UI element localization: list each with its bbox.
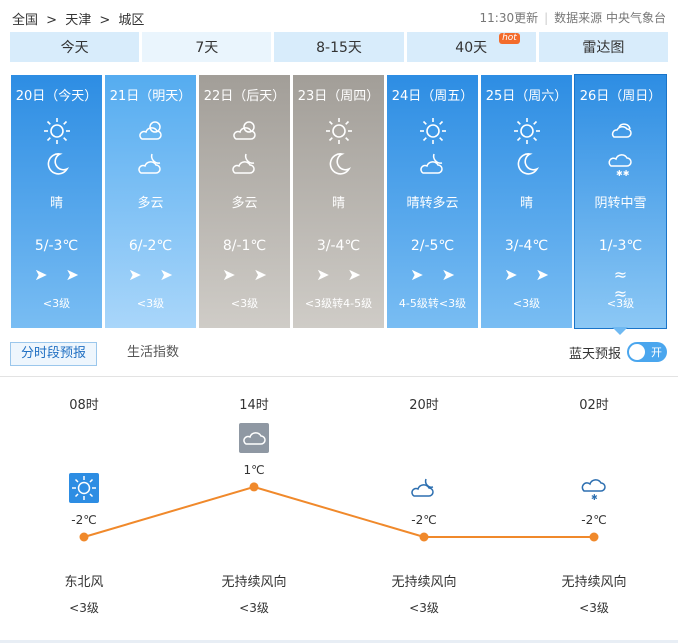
day-card[interactable]: 25日（周六） 晴 3/-4℃ ➤➤ <3级 [481, 75, 572, 328]
blue-sky-forecast: 蓝天预报 开 [569, 342, 667, 362]
day-temperature: 3/-4℃ [504, 238, 549, 254]
sun-icon [44, 118, 70, 144]
day-description: 多云 [231, 196, 258, 211]
day-card[interactable]: 21日（明天） 多云 6/-2℃ ➤➤ <3级 [105, 75, 196, 328]
wind-level: 4-5级转<3级 [398, 297, 467, 310]
data-source: 数据来源 中央气象台 [554, 11, 666, 25]
wind-level: <3级 [512, 297, 541, 310]
top-bar: 全国 > 天津 > 城区 11:30更新 | 数据来源 中央气象台 [0, 0, 678, 32]
day-card[interactable]: 23日（周四） 晴 3/-4℃ ➤➤ <3级转4-5级 [293, 75, 384, 328]
tab-7day[interactable]: 7天 [142, 32, 272, 62]
day-date: 24日（周五） [391, 89, 474, 104]
day-temperature: 1/-3℃ [598, 238, 643, 254]
day-temperature: 2/-5℃ [410, 238, 455, 254]
breadcrumb-tianjin[interactable]: 天津 [65, 13, 91, 28]
tab-today[interactable]: 今天 [10, 32, 140, 62]
day-date: 25日（周六） [485, 89, 568, 104]
day-temperature: 6/-2℃ [128, 238, 173, 254]
day-date: 23日（周四） [297, 89, 380, 104]
tab-life-index[interactable]: 生活指数 [117, 342, 189, 366]
day-date: 26日（周日） [579, 89, 662, 104]
day-card[interactable]: 24日（周五） 晴转多云 2/-5℃ ➤➤ 4-5级转<3级 [387, 75, 478, 328]
forecast-tabs: 今天 7天 8-15天 40天 hot 雷达图 [10, 32, 669, 62]
toggle-knob [629, 344, 645, 360]
cloudy-night-icon [138, 153, 161, 174]
wind-level: <3级转4-5级 [304, 297, 373, 310]
wind-direction-icons: ➤➤ [410, 265, 473, 284]
overcast-icon [611, 123, 632, 138]
wind-level: <3级 [606, 297, 635, 310]
tab-hourly-forecast[interactable]: 分时段预报 [10, 342, 98, 366]
day-description: 晴 [49, 196, 63, 211]
partly-cloudy-icon [233, 121, 256, 140]
day-date: 22日（后天） [203, 89, 286, 104]
detail-tabs: 分时段预报 生活指数 [10, 342, 189, 366]
hot-badge: hot [499, 33, 520, 44]
selected-day-pointer [612, 327, 628, 335]
breadcrumb-city: 城区 [118, 13, 145, 28]
day-description: 晴 [519, 196, 533, 211]
sun-icon [514, 118, 540, 144]
toggle-label: 蓝天预报 [568, 346, 621, 362]
day-card[interactable]: 20日（今天） 晴 5/-3℃ ➤➤ <3级 [11, 75, 102, 328]
day-date: 21日（明天） [109, 89, 192, 104]
day-card[interactable]: 22日（后天） 多云 8/-1℃ ➤➤ <3级 [199, 75, 290, 328]
snow-icon: ✱✱ [608, 154, 632, 178]
temperature-points [79, 482, 599, 542]
tab-8-15day[interactable]: 8-15天 [274, 32, 404, 62]
cloudy-night-icon [232, 153, 255, 174]
moon-icon [517, 153, 540, 175]
seven-day-cards: 20日（今天） 晴 5/-3℃ ➤➤ <3级 21日（明天） 多云 6/-2℃ … [11, 74, 667, 329]
wind-direction-icons: ➤➤ [222, 265, 285, 284]
day-temperature: 5/-3℃ [34, 238, 79, 254]
breadcrumb-separator: > [99, 13, 111, 28]
breadcrumb-national[interactable]: 全国 [12, 13, 38, 28]
wind-level: <3级 [230, 297, 259, 310]
sun-icon [420, 118, 446, 144]
day-date: 20日（今天） [15, 89, 98, 104]
wind-direction-icons: ➤➤ [34, 265, 97, 284]
temperature-point [79, 532, 89, 542]
update-time: 11:30更新 [479, 11, 539, 25]
wind-level: <3级 [136, 297, 165, 310]
wind-level: <3级 [42, 297, 71, 310]
hourly-forecast: 08时 东北风 <3级 14时 无持续风向 <3级 20时 无持续风向 <3级 … [0, 377, 678, 643]
temperature-point [419, 532, 429, 542]
breadcrumb: 全国 > 天津 > 城区 [12, 9, 148, 28]
temperature-point [589, 532, 599, 542]
day-description: 多云 [137, 196, 164, 211]
toggle-state: 开 [651, 346, 662, 359]
cloudy-night-icon [420, 153, 443, 174]
wind-direction-icons: ➤➤ [316, 265, 379, 284]
breadcrumb-separator: > [46, 13, 58, 28]
day-temperature: 3/-4℃ [316, 238, 361, 254]
partly-cloudy-icon [139, 121, 162, 140]
temperature-point [249, 482, 259, 492]
day-card[interactable]: 26日（周日） ✱✱ 阴转中雪 1/-3℃ ≈ ≈ <3级 [574, 74, 667, 329]
day-description: 晴 [331, 196, 345, 211]
wind-direction-icons: ➤➤ [128, 265, 191, 284]
moon-icon [329, 153, 352, 175]
tab-radar[interactable]: 雷达图 [538, 32, 669, 62]
day-description: 阴转中雪 [594, 196, 647, 211]
svg-text:✱✱: ✱✱ [616, 169, 630, 178]
day-temperature: 8/-1℃ [222, 238, 267, 254]
blue-sky-toggle[interactable]: 开 [627, 342, 667, 362]
wind-direction-icons: ➤➤ [504, 265, 567, 284]
moon-icon [47, 153, 70, 175]
update-info: 11:30更新 | 数据来源 中央气象台 [479, 11, 666, 25]
tab-40day[interactable]: 40天 hot [406, 32, 536, 62]
sun-icon [326, 118, 352, 144]
day-description: 晴转多云 [406, 196, 459, 211]
